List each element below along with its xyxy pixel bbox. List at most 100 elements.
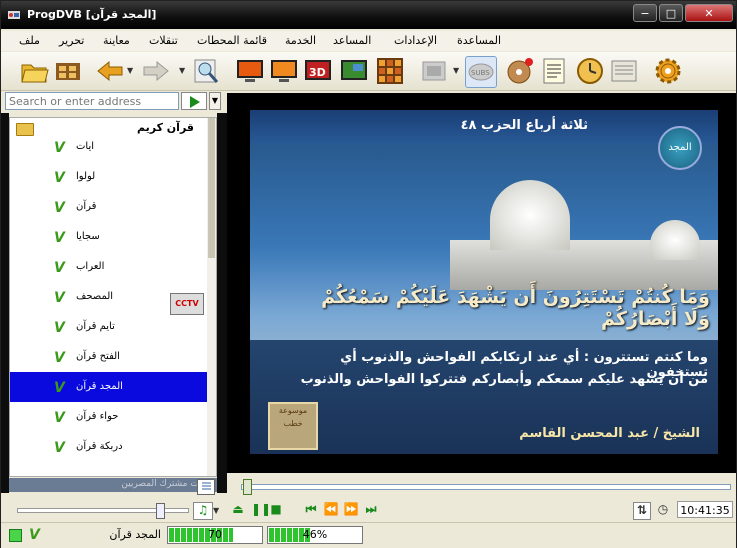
signal-quality-bar: 46%: [267, 526, 363, 544]
channel-v-icon: V: [29, 527, 40, 543]
picture-icon[interactable]: [339, 56, 369, 86]
cctv-badge: CCTV: [170, 293, 204, 315]
tree-item-quran[interactable]: V قرآن: [10, 192, 207, 222]
translation-line-2: من أن يشهد عليكم سمعكم وأبصاركم فتتركوا …: [300, 372, 708, 387]
go-dropdown-icon[interactable]: ▼: [209, 92, 221, 110]
tree-item-darbaka-quran[interactable]: V دربكة قرآن: [10, 432, 207, 462]
clock-display: 10:41:35: [677, 501, 733, 518]
volume-thumb[interactable]: [156, 503, 165, 519]
channel-v-icon: V: [54, 440, 65, 456]
tree-item-label: المصحف: [76, 291, 114, 302]
menu-file[interactable]: ملف: [19, 34, 40, 47]
skip-back-icon[interactable]: ⏮: [303, 502, 319, 518]
channel-v-icon: V: [54, 140, 65, 156]
video-hizb-label: ثلاثة أرباع الحزب ٤٨: [460, 118, 588, 133]
pause-icon[interactable]: ❚❚: [251, 502, 271, 518]
svg-text:3D: 3D: [309, 66, 326, 79]
progdvb-app-icon: [8, 11, 20, 19]
tree-item-luluah[interactable]: V لولوا: [10, 162, 207, 192]
menu-service[interactable]: الخدمة: [285, 34, 316, 47]
seek-bar[interactable]: [227, 474, 736, 498]
program-stamp: موسوعة خطب: [268, 402, 318, 450]
tree-scrollbar[interactable]: [207, 118, 216, 476]
tree-item-almajd-quran[interactable]: V المجد قرآن: [10, 372, 207, 402]
subtitles-icon[interactable]: SUBS: [465, 56, 497, 88]
timer-icon[interactable]: ◷: [655, 502, 671, 518]
menu-assistant[interactable]: المساعد: [333, 34, 371, 47]
gear-icon[interactable]: [653, 56, 683, 86]
restore-button[interactable]: □: [659, 4, 683, 22]
stop-icon[interactable]: ■: [269, 502, 283, 518]
menu-view[interactable]: معاينة: [103, 34, 130, 47]
window-title: ProgDVB [المجد قرآن]: [27, 8, 157, 21]
tree-footer: قنوات مشترك المصريين: [9, 478, 217, 492]
tree-item-label: المجد قرآن: [76, 381, 123, 392]
video-display[interactable]: ثلاثة أرباع الحزب ٤٨ المجد وَمَا كُنتُمْ…: [250, 110, 718, 454]
channel-v-icon: V: [54, 350, 65, 366]
tree-item-hawaa-quran[interactable]: V حواء قرآن: [10, 402, 207, 432]
tree-item-label: دربكة قرآن: [76, 441, 123, 452]
tree-item-time-quran[interactable]: V تايم قرآن: [10, 312, 207, 342]
channel-list-dropdown-icon[interactable]: ▼: [453, 66, 461, 75]
monitor-icon[interactable]: [235, 56, 265, 86]
mosaic-icon[interactable]: [375, 56, 405, 86]
tree-item-label: ايات: [76, 141, 95, 152]
record-disc-icon[interactable]: [505, 56, 535, 86]
volume-slider[interactable]: [17, 503, 189, 519]
seek-thumb[interactable]: [242, 479, 252, 495]
svg-text:SUBS: SUBS: [471, 69, 490, 77]
title-bar[interactable]: ProgDVB [المجد قرآن] − □ ✕: [1, 1, 736, 29]
back-dropdown-icon[interactable]: ▼: [127, 66, 135, 75]
list-view-button[interactable]: [197, 479, 215, 495]
splitter[interactable]: [217, 113, 227, 493]
channel-list-icon[interactable]: [419, 56, 449, 86]
tree-item-alfath-quran[interactable]: V الفتح قرآن: [10, 342, 207, 372]
open-folder-icon[interactable]: [19, 56, 49, 86]
tree-scrollbar-thumb[interactable]: [208, 118, 215, 258]
channel-v-icon: V: [54, 410, 65, 426]
magnifier-icon[interactable]: [191, 56, 221, 86]
menu-channel-list[interactable]: قائمة المحطات: [197, 34, 267, 47]
menu-help[interactable]: المساعدة: [457, 34, 501, 47]
tree-item-ayat[interactable]: V ايات: [10, 132, 207, 162]
skip-forward-icon[interactable]: ⏭: [363, 502, 379, 518]
monitor-2-icon[interactable]: [269, 56, 299, 86]
channel-v-icon: V: [54, 230, 65, 246]
teletext-icon[interactable]: [609, 56, 639, 86]
menu-edit[interactable]: تحرير: [59, 34, 84, 47]
channel-v-icon: V: [54, 200, 65, 216]
equalizer-icon[interactable]: ⇅: [633, 502, 651, 520]
film-strip-icon[interactable]: [53, 56, 83, 86]
audio-dropdown-icon[interactable]: ▼: [213, 506, 221, 515]
search-input[interactable]: Search or enter address: [5, 92, 179, 110]
app-window: ProgDVB [المجد قرآن] − □ ✕ المساعدة الإع…: [0, 0, 737, 548]
mosque-dome: [490, 180, 570, 250]
channel-v-icon: V: [54, 290, 65, 306]
forward-arrow-icon[interactable]: [141, 56, 171, 86]
go-button[interactable]: [181, 92, 207, 110]
tree-item-label: قرآن: [76, 201, 97, 212]
minimize-button[interactable]: −: [633, 4, 657, 22]
signal-level-bar: 70: [167, 526, 263, 544]
rewind-icon[interactable]: ⏪: [323, 502, 339, 518]
close-button[interactable]: ✕: [685, 4, 733, 22]
tree-item-alarab[interactable]: V العراب: [10, 252, 207, 282]
3d-icon[interactable]: 3D: [303, 56, 333, 86]
tree-item-label: لولوا: [76, 171, 96, 182]
seek-track[interactable]: [241, 484, 731, 490]
document-icon[interactable]: [539, 56, 569, 86]
back-arrow-icon[interactable]: [95, 56, 125, 86]
menu-bar: المساعدة الإعدادات المساعد الخدمة قائمة …: [1, 31, 736, 51]
tree-item-label: العراب: [76, 261, 105, 272]
tree-item-sajaya[interactable]: V سجايا: [10, 222, 207, 252]
status-channel-name: المجد قرآن: [109, 528, 161, 541]
clock-icon[interactable]: [575, 56, 605, 86]
forward-dropdown-icon[interactable]: ▼: [179, 66, 187, 75]
menu-settings[interactable]: الإعدادات: [394, 34, 437, 47]
menu-navigation[interactable]: تنقلات: [149, 34, 178, 47]
eject-icon[interactable]: ⏏: [231, 502, 245, 518]
channel-logo: المجد: [658, 126, 702, 170]
quran-verse: وَمَا كُنتُمْ تَسْتَتِرُونَ أَن يَشْهَدَ…: [321, 286, 710, 330]
audio-note-icon[interactable]: ♫: [193, 502, 213, 520]
fast-forward-icon[interactable]: ⏩: [343, 502, 359, 518]
